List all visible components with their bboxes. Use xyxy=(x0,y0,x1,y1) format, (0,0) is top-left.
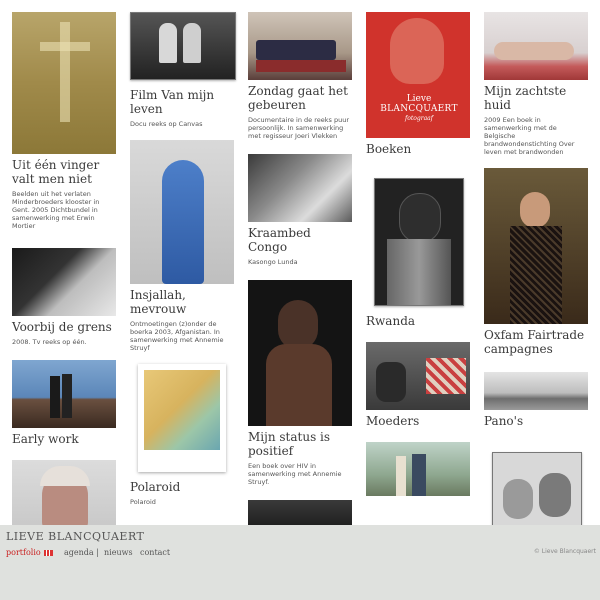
item-title[interactable]: Early work xyxy=(12,432,116,446)
nav-nieuws[interactable]: nieuws xyxy=(104,548,133,557)
portfolio-column-4: Lieve BLANCQUAERT fotograaf Boeken Rwand… xyxy=(366,12,470,508)
nav-separator: | xyxy=(96,548,99,557)
reclining-woman-photo[interactable] xyxy=(484,12,588,80)
portfolio-item-huid[interactable]: Mijn zachtste huid 2009 Een boek in same… xyxy=(484,12,588,156)
film-still-photo[interactable] xyxy=(130,12,236,80)
portfolio-item-moeders[interactable]: Moeders xyxy=(366,342,470,428)
portfolio-item-rwanda[interactable]: Rwanda xyxy=(366,178,470,328)
book-cover-subtitle: fotograaf xyxy=(405,115,433,122)
book-cover-surname: BLANCQUAERT xyxy=(380,104,458,114)
elderly-couple-photo[interactable] xyxy=(492,452,582,525)
portfolio-item-boeken[interactable]: Lieve BLANCQUAERT fotograaf Boeken xyxy=(366,12,470,156)
nav-portfolio[interactable]: portfolio xyxy=(6,548,53,557)
portfolio-item-polaroid[interactable]: Polaroid Polaroid xyxy=(130,364,234,506)
nav-portfolio-label[interactable]: portfolio xyxy=(6,548,41,557)
item-title[interactable]: Voorbij de grens xyxy=(12,320,116,334)
book-cover-name: Lieve xyxy=(406,94,432,104)
item-title[interactable]: Moeders xyxy=(366,414,470,428)
item-description: 2009 Een boek in samenwerking met de Bel… xyxy=(484,116,575,156)
portfolio-item-elderly-couple[interactable] xyxy=(484,452,588,525)
item-title[interactable]: Film Van mijn leven xyxy=(130,88,234,116)
item-title[interactable]: Mijn status is positief xyxy=(248,430,352,458)
portfolio-item-oxfam[interactable]: Oxfam Fairtrade campagnes xyxy=(484,168,588,356)
burka-photo[interactable] xyxy=(130,140,234,284)
item-description: Docu reeks op Canvas xyxy=(130,120,203,128)
copyright-text: © Lieve Blancquaert xyxy=(533,548,596,555)
portfolio-item-insjallah[interactable]: Insjallah, mevrouw Ontmoetingen (z)onder… xyxy=(130,140,234,352)
cross-photo[interactable] xyxy=(12,12,116,154)
nav-contact[interactable]: contact xyxy=(140,548,170,557)
item-title[interactable]: Insjallah, mevrouw xyxy=(130,288,234,316)
dark-photo[interactable] xyxy=(248,500,352,525)
item-title[interactable]: Mijn zachtste huid xyxy=(484,84,588,112)
portfolio-item-status[interactable]: Mijn status is positief Een boek over HI… xyxy=(248,280,352,486)
portfolio-item-early[interactable]: Early work xyxy=(12,360,116,446)
couple-garden-photo[interactable] xyxy=(366,442,470,496)
woman-portrait-photo[interactable] xyxy=(248,280,352,426)
item-description: Polaroid xyxy=(130,498,156,506)
item-title[interactable]: Polaroid xyxy=(130,480,234,494)
item-title[interactable]: Boeken xyxy=(366,142,470,156)
bed-room-photo[interactable] xyxy=(248,12,352,80)
item-title[interactable]: Pano's xyxy=(484,414,588,428)
item-title[interactable]: Oxfam Fairtrade campagnes xyxy=(484,328,588,356)
item-description: Beelden uit het verlaten Minderbroeders … xyxy=(12,190,100,230)
footer-bar: LIEVE BLANCQUAERT xyxy=(0,525,600,600)
mothers-photo[interactable] xyxy=(366,342,470,410)
woman-lace-photo[interactable] xyxy=(484,168,588,324)
portfolio-column-2: Film Van mijn leven Docu reeks op Canvas… xyxy=(130,12,236,518)
portfolio-item-bottom[interactable] xyxy=(248,500,352,525)
item-title[interactable]: Zondag gaat het gebeuren xyxy=(248,84,352,112)
item-description: Kasongo Lunda xyxy=(248,258,298,266)
portfolio-item-grens[interactable]: Voorbij de grens 2008. Tv reeks op één. xyxy=(12,248,116,346)
item-description: Een boek over HIV in samenwerking met An… xyxy=(248,462,342,486)
nav-agenda[interactable]: agenda xyxy=(64,548,94,557)
rwanda-child-photo[interactable] xyxy=(374,178,464,306)
item-title[interactable]: Rwanda xyxy=(366,314,470,328)
portfolio-item-kraambed[interactable]: Kraambed Congo Kasongo Lunda xyxy=(248,154,352,266)
couple-pier-photo[interactable] xyxy=(12,360,116,428)
site-brand[interactable]: LIEVE BLANCQUAERT xyxy=(6,530,144,543)
item-description: 2008. Tv reeks op één. xyxy=(12,338,87,346)
portfolio-item-vinger[interactable]: Uit één vinger valt men niet Beelden uit… xyxy=(12,12,116,230)
portfolio-item-couple[interactable] xyxy=(366,442,470,496)
elderly-woman-photo[interactable] xyxy=(12,460,116,525)
item-description: Documentaire in de reeks puur persoonlij… xyxy=(248,116,350,140)
panorama-photo[interactable] xyxy=(484,372,588,410)
portfolio-column-1: Uit één vinger valt men niet Beelden uit… xyxy=(12,12,116,525)
portfolio-item-panos[interactable]: Pano's xyxy=(484,372,588,428)
book-cover-photo[interactable]: Lieve BLANCQUAERT fotograaf xyxy=(366,12,470,138)
portfolio-item-zondag[interactable]: Zondag gaat het gebeuren Documentaire in… xyxy=(248,12,352,140)
portfolio-item-portrait[interactable] xyxy=(12,460,116,525)
portfolio-item-film[interactable]: Film Van mijn leven Docu reeks op Canvas xyxy=(130,12,236,128)
hospital-photo[interactable] xyxy=(248,154,352,222)
portfolio-column-3: Zondag gaat het gebeuren Documentaire in… xyxy=(248,12,352,525)
portfolio-column-5: Mijn zachtste huid 2009 Een boek in same… xyxy=(484,12,588,525)
polaroid-photo[interactable] xyxy=(138,364,226,472)
item-description: Ontmoetingen (z)onder de boerka 2003, Af… xyxy=(130,320,224,352)
portfolio-grid: Uit één vinger valt men niet Beelden uit… xyxy=(0,0,600,525)
item-title[interactable]: Kraambed Congo xyxy=(248,226,352,254)
flag-icon xyxy=(43,550,53,556)
item-title[interactable]: Uit één vinger valt men niet xyxy=(12,158,116,186)
border-shadows-photo[interactable] xyxy=(12,248,116,316)
